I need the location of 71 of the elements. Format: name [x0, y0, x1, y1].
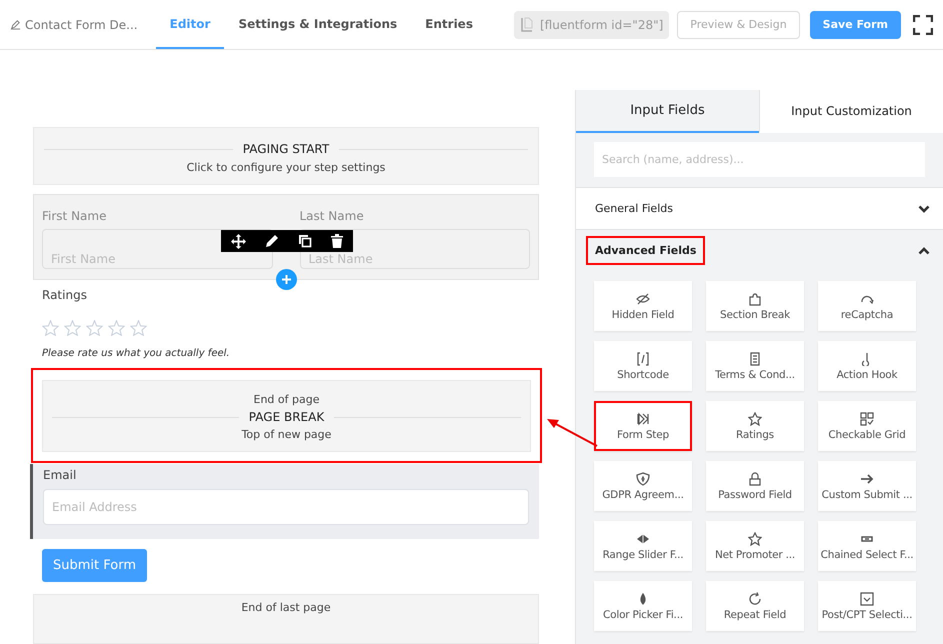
field-card[interactable]: GDPR Agreem... [594, 461, 692, 511]
chevron-icon [918, 246, 930, 254]
field-card[interactable]: Password Field [706, 461, 804, 511]
star-icon [748, 412, 762, 426]
pencil-icon [10, 19, 21, 30]
field-card[interactable]: Post/CPT Selecti... [818, 581, 916, 631]
email-field-group[interactable]: Email Email Address [30, 464, 539, 539]
page-break-block[interactable]: End of page PAGE BREAK Top of new page [42, 380, 531, 452]
star-icon [748, 532, 762, 546]
field-label: First Name [42, 209, 108, 223]
field-card[interactable]: Net Promoter ... [706, 521, 804, 571]
arrow-icon [860, 472, 874, 486]
paging-end-block[interactable]: End of last page [33, 594, 539, 644]
shortcode-text: [fluentform id="28"] [540, 18, 664, 32]
dropdown-icon [860, 592, 874, 606]
field-card[interactable]: Form Step [594, 401, 692, 451]
star-icon[interactable] [42, 320, 59, 336]
chevron-icon [918, 204, 930, 212]
header-tab[interactable]: Settings & Integrations [224, 0, 412, 49]
lock-icon [748, 472, 762, 486]
header-tab[interactable]: Entries [411, 0, 487, 49]
scroll-icon [748, 352, 762, 366]
paging-start-title: PAGING START [242, 142, 330, 156]
duplicate-icon[interactable] [298, 234, 312, 248]
field-card[interactable]: Chained Select F... [818, 521, 916, 571]
star-icon[interactable] [64, 320, 81, 336]
field-card[interactable]: Shortcode [594, 341, 692, 391]
paging-start-block[interactable]: PAGING START Click to configure your step settings [33, 127, 539, 185]
move-icon[interactable] [230, 234, 246, 248]
search-field[interactable]: Search (name, address)... [594, 142, 925, 177]
field-card[interactable]: Section Break [706, 281, 804, 331]
edit-icon[interactable] [264, 234, 279, 248]
field-label: Last Name [300, 209, 365, 223]
top-of-page-text: Top of new page [242, 428, 332, 441]
copy-icon [520, 16, 534, 32]
delete-icon[interactable] [331, 234, 344, 248]
field-card[interactable]: reCaptcha [818, 281, 916, 331]
fast-forward-icon [636, 412, 650, 426]
step-settings-hint: Click to configure your step settings [186, 161, 386, 174]
form-title[interactable]: Contact Form De... [10, 18, 138, 32]
end-of-last-page-text: End of last page [241, 601, 331, 616]
section-title: General Fields [594, 201, 674, 217]
field-card[interactable]: Ratings [706, 401, 804, 451]
panel-tab[interactable]: Input Customization [759, 90, 943, 133]
field-card[interactable]: Custom Submit ... [818, 461, 916, 511]
field-card[interactable]: Repeat Field [706, 581, 804, 631]
add-field-icon[interactable] [276, 269, 297, 290]
help-text: Please rate us what you actually feel. [42, 348, 231, 359]
star-icon[interactable] [130, 320, 147, 336]
page-break-title: PAGE BREAK [248, 410, 324, 424]
field-card[interactable]: Checkable Grid [818, 401, 916, 451]
repeat-icon [748, 592, 762, 606]
fullscreen-icon[interactable] [913, 14, 933, 34]
field-card[interactable]: Terms & Cond... [706, 341, 804, 391]
email-input[interactable]: Email Address [43, 489, 529, 525]
field-label: Ratings [42, 288, 88, 302]
star-icon[interactable] [86, 320, 103, 336]
section-header[interactable]: General Fields [576, 187, 943, 229]
eye-slash-icon [636, 292, 650, 306]
field-card[interactable]: Range Slider F... [594, 521, 692, 571]
annotation-arrow [546, 418, 598, 448]
field-card[interactable]: Hidden Field [594, 281, 692, 331]
shield-icon [636, 472, 650, 486]
field-card[interactable]: Action Hook [818, 341, 916, 391]
end-of-page-text: End of page [254, 393, 320, 406]
section-title: Advanced Fields [586, 236, 706, 265]
field-label: Email [43, 468, 78, 482]
star-icon[interactable] [108, 320, 125, 336]
brackets-icon [636, 352, 650, 366]
field-card[interactable]: Color Picker Fi... [594, 581, 692, 631]
grid-icon [860, 412, 874, 426]
